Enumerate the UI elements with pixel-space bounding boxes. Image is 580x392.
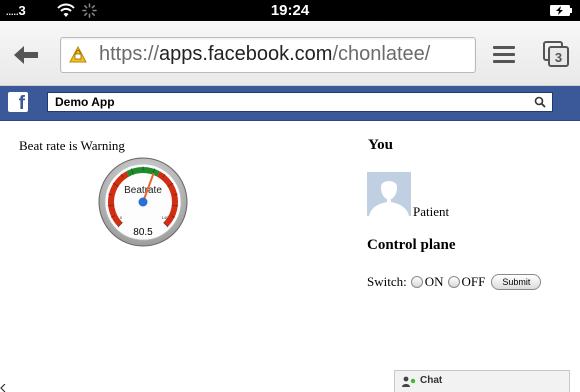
chat-label: Chat	[420, 375, 443, 386]
on-label: ON	[424, 274, 444, 289]
beatrate-gauge: Beatrate 0 140 80.5	[98, 157, 188, 247]
browser-toolbar: https://apps.facebook.com/chonlatee/ 3	[0, 21, 580, 86]
beat-rate-status: Beat rate is Warning	[19, 138, 125, 153]
app-name: Demo App	[55, 95, 115, 109]
submit-button[interactable]: Submit	[491, 274, 542, 290]
scroll-caret-icon	[0, 384, 6, 392]
search-icon[interactable]	[534, 96, 546, 108]
network-type: 3	[18, 3, 27, 18]
off-label: OFF	[461, 274, 486, 289]
battery-charging-icon	[550, 5, 572, 16]
warning-lock-icon	[69, 46, 87, 63]
switch-row: Switch: ON OFF Submit	[367, 274, 542, 290]
default-avatar-icon	[367, 172, 411, 216]
signal-dots: .....	[6, 7, 19, 17]
gauge-title: Beatrate	[124, 185, 162, 196]
app-search-bar[interactable]: Demo App	[47, 92, 553, 112]
menu-icon[interactable]	[493, 46, 515, 64]
chat-user-icon	[402, 376, 416, 387]
url-domain: apps.facebook.com	[159, 43, 333, 65]
you-heading: You	[368, 137, 394, 153]
avatar[interactable]	[367, 172, 411, 216]
gauge-max-label: 140	[162, 215, 169, 220]
back-arrow-icon[interactable]	[12, 44, 40, 66]
gauge-value: 80.5	[133, 227, 153, 238]
tab-count: 3	[555, 50, 562, 65]
off-radio[interactable]	[447, 276, 460, 288]
gauge-hub	[138, 197, 148, 207]
address-bar[interactable]: https://apps.facebook.com/chonlatee/	[60, 37, 476, 73]
facebook-app-bar: f Demo App	[0, 86, 580, 121]
status-time: 19:24	[270, 2, 310, 19]
url-scheme: https://	[99, 43, 160, 65]
switch-label: Switch:	[367, 274, 407, 289]
patient-name: Patient	[413, 204, 450, 219]
url-text: https://apps.facebook.com/chonlatee/	[99, 43, 430, 66]
chat-tab[interactable]: Chat	[394, 370, 570, 392]
carrier-signal: .....3	[6, 3, 26, 18]
on-radio[interactable]	[410, 276, 423, 288]
activity-spinner-icon	[82, 3, 97, 18]
facebook-logo[interactable]: f	[8, 92, 28, 112]
wifi-icon	[57, 3, 75, 17]
tabs-button[interactable]: 3	[543, 41, 569, 67]
url-path: /chonlatee/	[332, 43, 431, 65]
status-bar: .....3 19:24	[0, 0, 580, 21]
control-plane-heading: Control plane	[367, 237, 456, 253]
